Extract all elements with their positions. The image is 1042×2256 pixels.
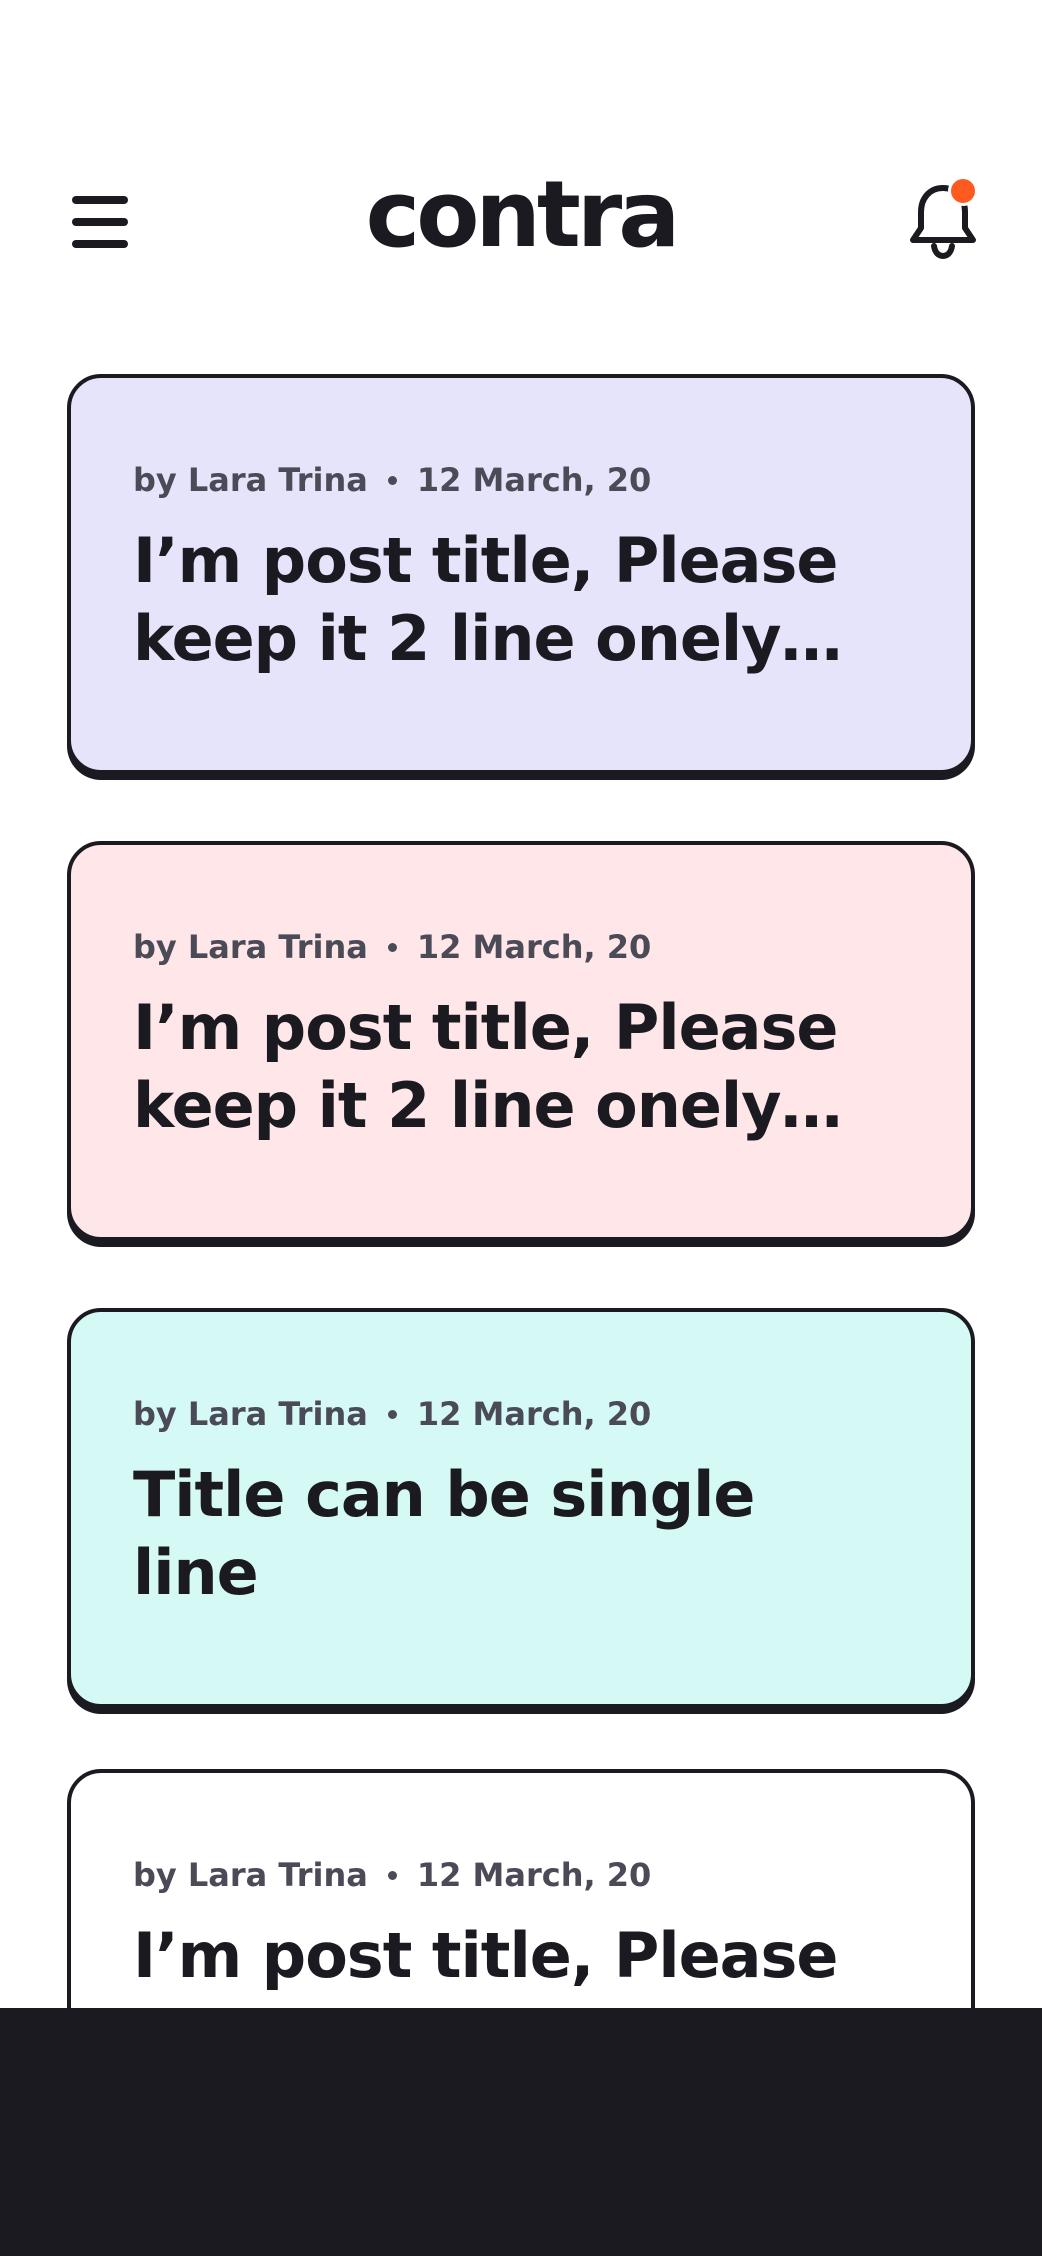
post-author: by Lara Trina <box>133 461 368 499</box>
post-title: I’m post title, Please <box>133 1919 838 1992</box>
separator-dot-icon <box>387 1409 397 1419</box>
post-date: 12 March, 20 <box>416 461 652 499</box>
app-logo[interactable]: contra <box>0 160 1042 270</box>
post-date: 12 March, 20 <box>416 928 652 966</box>
post-author: by Lara Trina <box>133 928 368 966</box>
app-header: contra <box>0 0 1042 330</box>
bottom-bar <box>0 2008 1042 2256</box>
post-title: Title can be single line <box>133 1458 755 1609</box>
post-card[interactable]: by Lara Trina 12 March, 20 I’m post titl… <box>67 374 975 774</box>
separator-dot-icon <box>387 942 397 952</box>
app-screen: by Lara Trina 12 March, 20 I’m post titl… <box>0 0 1042 2256</box>
post-title: I’m post title, Please keep it 2 line on… <box>133 524 843 675</box>
post-title: I’m post title, Please keep it 2 line on… <box>133 991 843 1142</box>
post-date: 12 March, 20 <box>416 1856 652 1894</box>
post-card[interactable]: by Lara Trina 12 March, 20 I’m post titl… <box>67 1769 975 2010</box>
post-card[interactable]: by Lara Trina 12 March, 20 Title can be … <box>67 1308 975 1708</box>
post-meta: by Lara Trina 12 March, 20 <box>133 460 911 500</box>
post-date: 12 March, 20 <box>416 1395 652 1433</box>
notification-badge <box>948 176 978 206</box>
separator-dot-icon <box>387 1870 397 1880</box>
post-meta: by Lara Trina 12 March, 20 <box>133 927 911 967</box>
post-author: by Lara Trina <box>133 1395 368 1433</box>
post-meta: by Lara Trina 12 March, 20 <box>133 1394 911 1434</box>
post-meta: by Lara Trina 12 March, 20 <box>133 1855 911 1895</box>
notification-bell-button[interactable] <box>908 176 978 260</box>
post-author: by Lara Trina <box>133 1856 368 1894</box>
separator-dot-icon <box>387 475 397 485</box>
post-card[interactable]: by Lara Trina 12 March, 20 I’m post titl… <box>67 841 975 1241</box>
